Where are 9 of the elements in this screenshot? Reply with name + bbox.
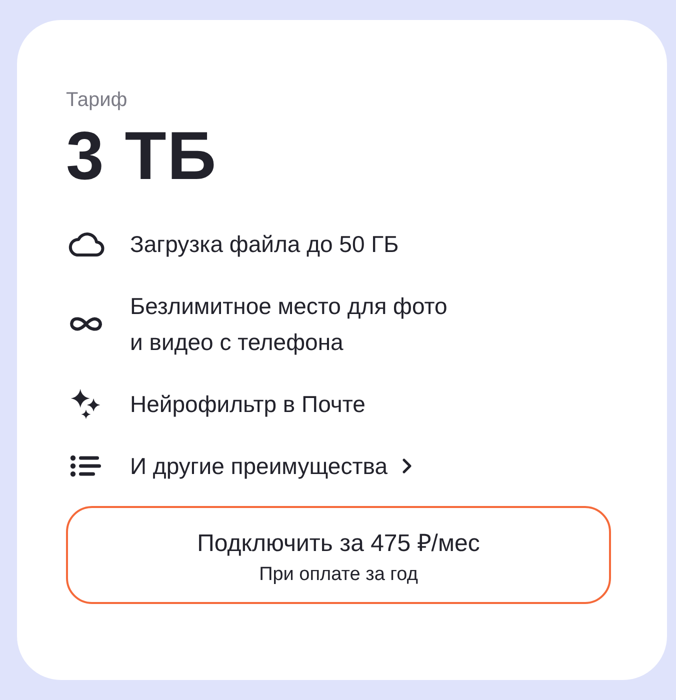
cloud-icon <box>66 231 106 257</box>
plan-label: Тариф <box>66 88 128 112</box>
feature-text: Нейрофильтр в Почте <box>130 390 366 419</box>
feature-text: Загрузка файла до 50 ГБ <box>130 230 399 259</box>
feature-text: Безлимитное место для фото и видео с телефона <box>130 292 448 357</box>
more-benefits-link[interactable]: И другие преимущества <box>66 448 611 484</box>
subscribe-button[interactable]: Подключить за 475 ₽/мес При оплате за год <box>66 506 611 604</box>
chevron-icon <box>402 458 412 474</box>
plan-title: 3 ТБ <box>66 117 218 196</box>
